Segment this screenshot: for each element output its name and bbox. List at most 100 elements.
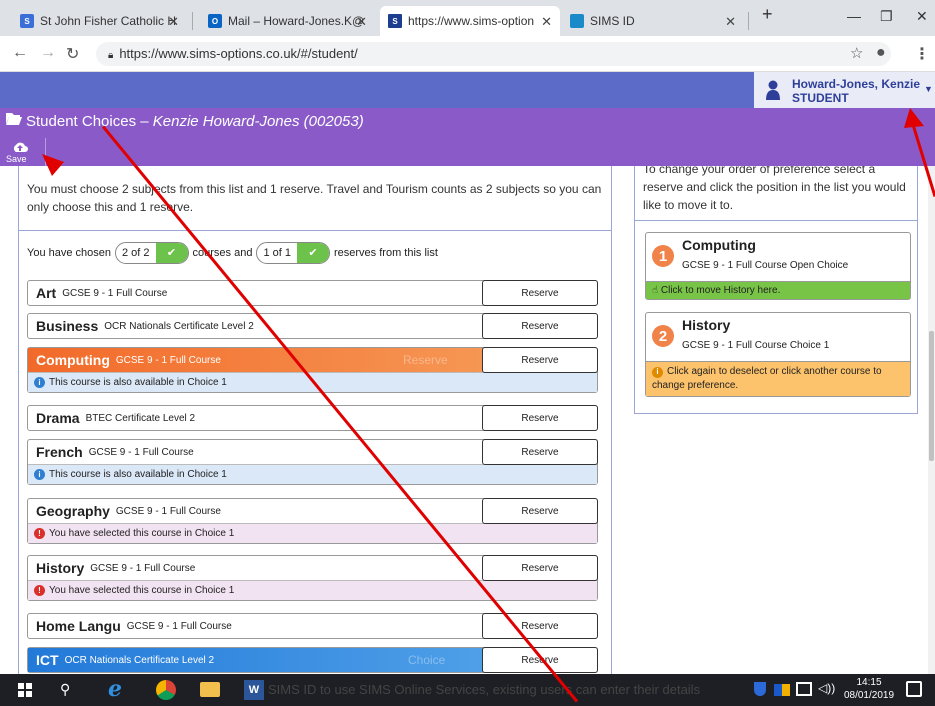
reserve-button[interactable]: Reserve (482, 313, 598, 339)
warning-icon: ! (34, 528, 45, 539)
clock-date[interactable]: 08/01/2019 (838, 690, 900, 701)
notifications-icon[interactable] (906, 681, 922, 697)
folder-open-icon (6, 112, 22, 128)
page-title: Student Choices – Kenzie Howard-Jones (0… (26, 113, 364, 130)
course-description: GCSE 9 - 1 Full Course (115, 354, 221, 366)
course-name: French (36, 444, 83, 460)
rank-badge: 1 (652, 245, 674, 267)
course-row[interactable]: French GCSE 9 - 1 Full Course Reserve i Th… (27, 439, 598, 485)
preference-card-body: 1 Computing GCSE 9 - 1 Full Course Open … (646, 233, 910, 281)
course-description: GCSE 9 - 1 Full Course (62, 287, 168, 299)
course-row-selected[interactable]: ICT OCR Nationals Certificate Level 2 Cho… (27, 647, 598, 673)
tab-title: SIMS ID (590, 14, 635, 28)
course-row[interactable]: Drama BTEC Certificate Level 2 Reserve (27, 405, 598, 431)
bookmark-star-icon[interactable]: ☆ (850, 44, 863, 62)
close-icon[interactable]: ✕ (541, 14, 552, 30)
display-icon[interactable] (796, 682, 812, 696)
network-icon[interactable] (774, 684, 790, 696)
note-text: This course is also available in Choice … (49, 377, 227, 388)
window-close-icon[interactable]: ✕ (916, 8, 928, 25)
clock-time[interactable]: 14:15 (848, 677, 890, 688)
course-row-selected[interactable]: Computing GCSE 9 - 1 Full Course Reserve … (27, 347, 598, 393)
note-text: You have selected this course in Choice … (49, 528, 235, 539)
reserve-button[interactable]: Reserve (482, 280, 598, 306)
summary-text: reserves from this list (334, 247, 438, 259)
course-row[interactable]: Business OCR Nationals Certificate Level … (27, 313, 598, 339)
course-note: ! You have selected this course in Choice… (28, 580, 597, 600)
scrollbar[interactable] (928, 166, 935, 674)
tab-title: https://www.sims-option (408, 14, 535, 28)
preference-card-selected[interactable]: 2 History GCSE 9 - 1 Full Course Choice … (645, 312, 911, 397)
lock-icon: 🔒︎ (108, 50, 114, 61)
volume-icon[interactable]: ◁)) (818, 681, 835, 695)
course-row[interactable]: Art GCSE 9 - 1 Full Course Reserve (27, 280, 598, 306)
preference-name: History (682, 317, 731, 333)
word-icon[interactable]: W (244, 680, 264, 700)
watermark-label: Reserve (403, 353, 448, 367)
close-icon[interactable]: ✕ (356, 14, 367, 30)
sims-icon: S (388, 14, 402, 28)
shield-icon[interactable] (754, 682, 766, 696)
hand-pointer-icon: ☝︎ (652, 285, 661, 296)
course-list-panel: You must choose 2 subjects from this lis… (18, 166, 612, 674)
summary-text: You have chosen (27, 247, 111, 259)
save-label: Save (6, 154, 27, 164)
reload-icon[interactable]: ↻ (66, 44, 79, 64)
file-explorer-icon[interactable] (200, 682, 220, 697)
search-icon[interactable]: ⚲ (60, 681, 70, 698)
chevron-down-icon: ▼ (924, 84, 933, 94)
reserve-button[interactable]: Reserve (482, 498, 598, 524)
address-bar[interactable]: 🔒︎ https://www.sims-options.co.uk/#/stude… (96, 42, 891, 66)
user-menu[interactable]: Howard-Jones, Kenzie STUDENT ▼ (754, 72, 935, 108)
scrollbar-thumb[interactable] (929, 331, 934, 461)
check-icon: ✔ (297, 243, 329, 263)
reserve-button[interactable]: Reserve (482, 439, 598, 465)
outlook-icon: O (208, 14, 222, 28)
student-name: Kenzie Howard-Jones (002053) (152, 113, 364, 130)
underlying-page-text: SIMS ID to use SIMS Online Services, exi… (268, 682, 701, 697)
course-name: History (36, 560, 85, 576)
reserve-button[interactable]: Reserve (482, 347, 598, 373)
back-arrow-icon[interactable]: ← (12, 44, 28, 62)
course-description: GCSE 9 - 1 Full Course (90, 562, 196, 574)
course-description: GCSE 9 - 1 Full Course (115, 505, 221, 517)
browser-tab[interactable]: O Mail – Howard-Jones.K@ ✕ (200, 6, 375, 36)
internet-explorer-icon[interactable]: e (108, 676, 122, 702)
course-name: Business (36, 318, 99, 334)
divider (635, 220, 917, 221)
main-content: You must choose 2 subjects from this lis… (0, 166, 935, 674)
divider (19, 230, 611, 231)
browser-tab[interactable]: SIMS ID ✕ (562, 6, 744, 36)
warning-icon: ! (34, 585, 45, 596)
menu-kebab-icon[interactable]: ⋮ (914, 44, 930, 64)
course-description: BTEC Certificate Level 2 (85, 412, 196, 424)
reserve-button[interactable]: Reserve (482, 405, 598, 431)
minimize-icon[interactable]: — (847, 8, 861, 24)
course-row[interactable]: History GCSE 9 - 1 Full Course Reserve ! Y… (27, 555, 598, 601)
move-here-bar[interactable]: ☝︎ Click to move History here. (646, 281, 910, 299)
new-tab-plus-icon[interactable]: + (762, 4, 773, 25)
browser-tab-active[interactable]: S https://www.sims-option ✕ (380, 6, 560, 36)
choice-instructions: You must choose 2 subjects from this lis… (27, 182, 602, 214)
browser-tab-strip: S St John Fisher Catholic H ✕ O Mail – H… (0, 0, 935, 36)
preference-card[interactable]: 1 Computing GCSE 9 - 1 Full Course Open … (645, 232, 911, 300)
reserve-button[interactable]: Reserve (482, 555, 598, 581)
close-icon[interactable]: ✕ (725, 14, 736, 30)
watermark-label: Choice (408, 653, 446, 667)
course-row[interactable]: Geography GCSE 9 - 1 Full Course Reserve … (27, 498, 598, 544)
windows-start-icon[interactable] (18, 683, 32, 702)
reserves-count-pill: 1 of 1 ✔ (256, 242, 330, 264)
check-icon: ✔ (155, 243, 188, 263)
preference-instructions-partial: To change your order of preference selec… (643, 166, 876, 176)
close-icon[interactable]: ✕ (168, 14, 179, 30)
course-note: ! You have selected this course in Choice… (28, 523, 597, 543)
chrome-icon[interactable] (156, 680, 176, 700)
move-here-text: Click to move History here. (660, 285, 781, 296)
profile-icon[interactable]: ● (876, 44, 886, 62)
reserve-button[interactable]: Reserve (482, 613, 598, 639)
forward-arrow-icon[interactable]: → (40, 44, 56, 62)
restore-icon[interactable]: ❐ (880, 8, 893, 25)
course-name: Computing (36, 352, 110, 368)
preference-name: Computing (682, 237, 756, 253)
browser-tab[interactable]: S St John Fisher Catholic H ✕ (12, 6, 187, 36)
